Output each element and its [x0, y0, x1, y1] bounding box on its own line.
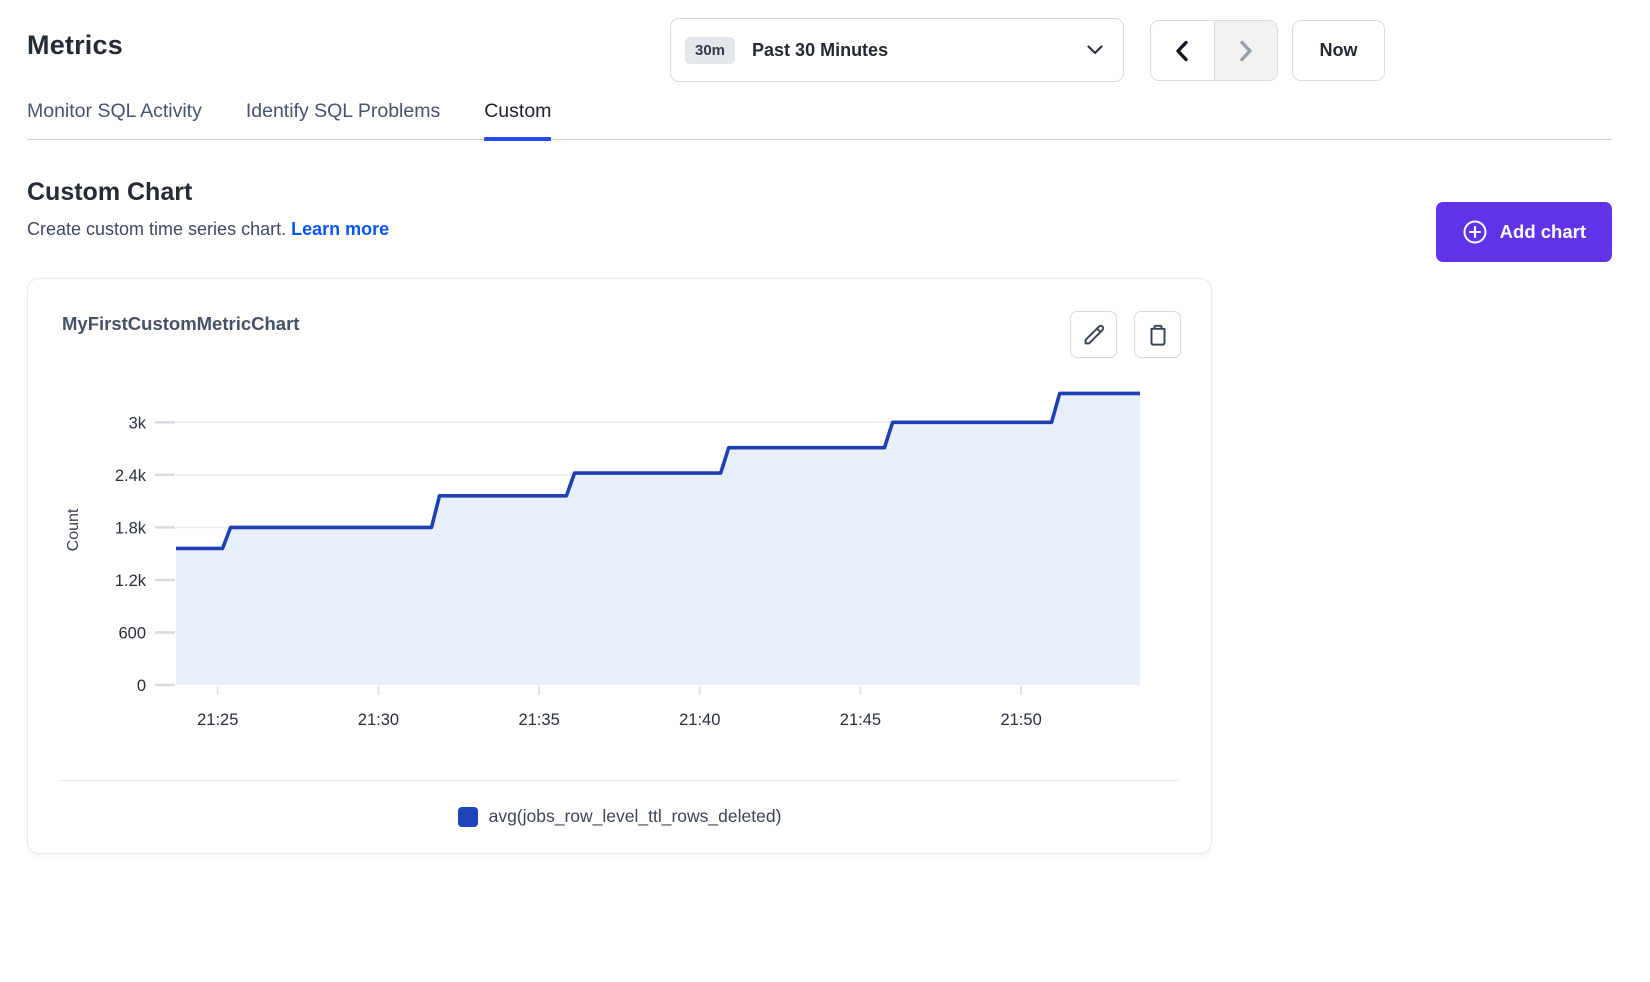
tab-bar: Monitor SQL Activity Identify SQL Proble…	[27, 100, 1612, 140]
pencil-icon	[1081, 322, 1107, 348]
chart-title: MyFirstCustomMetricChart	[62, 313, 1211, 335]
svg-text:21:50: 21:50	[1000, 711, 1041, 729]
add-chart-label: Add chart	[1500, 221, 1586, 243]
svg-text:600: 600	[118, 624, 146, 642]
chevron-left-icon	[1173, 40, 1191, 62]
section-subtitle: Create custom time series chart. Learn m…	[27, 219, 1612, 240]
tab-custom[interactable]: Custom	[484, 100, 551, 139]
legend-label: avg(jobs_row_level_ttl_rows_deleted)	[489, 806, 782, 827]
time-range-select[interactable]: 30m Past 30 Minutes	[670, 18, 1124, 82]
now-button[interactable]: Now	[1292, 20, 1385, 81]
chevron-right-icon	[1237, 40, 1255, 62]
svg-text:21:40: 21:40	[679, 711, 720, 729]
plus-circle-icon	[1462, 219, 1488, 245]
chevron-down-icon	[1087, 45, 1103, 55]
svg-text:2.4k: 2.4k	[115, 467, 147, 485]
svg-text:1.2k: 1.2k	[115, 572, 147, 590]
metrics-page: Metrics 30m Past 30 Minutes Now Monito	[27, 0, 1612, 854]
chart-area: 0 600 1.2k 1.8k 2.4k 3k 21:25 21:30 21:35 21:40 21…	[64, 357, 1211, 738]
legend-swatch	[458, 807, 478, 827]
page-title: Metrics	[27, 30, 123, 61]
prev-time-button[interactable]	[1151, 21, 1214, 80]
time-nav-group	[1150, 20, 1278, 81]
svg-text:21:45: 21:45	[840, 711, 881, 729]
time-range-badge: 30m	[685, 37, 735, 64]
subtitle-text: Create custom time series chart.	[27, 219, 286, 239]
time-range-label: Past 30 Minutes	[752, 40, 1087, 61]
custom-chart-svg: 0 600 1.2k 1.8k 2.4k 3k 21:25 21:30 21:35 21:40 21…	[64, 357, 1170, 733]
chart-actions	[1070, 311, 1181, 358]
svg-text:21:35: 21:35	[518, 711, 559, 729]
trash-icon	[1145, 322, 1171, 348]
svg-text:21:25: 21:25	[197, 711, 238, 729]
add-chart-button[interactable]: Add chart	[1436, 202, 1612, 262]
next-time-button[interactable]	[1214, 21, 1278, 80]
page-head: Custom Chart Create custom time series c…	[27, 178, 1612, 240]
svg-text:Count: Count	[65, 508, 82, 551]
svg-text:21:30: 21:30	[358, 711, 399, 729]
tab-identify-sql-problems[interactable]: Identify SQL Problems	[246, 100, 440, 139]
tab-monitor-sql-activity[interactable]: Monitor SQL Activity	[27, 100, 202, 139]
edit-chart-button[interactable]	[1070, 311, 1117, 358]
delete-chart-button[interactable]	[1134, 311, 1181, 358]
svg-text:0: 0	[137, 677, 146, 695]
svg-text:1.8k: 1.8k	[115, 519, 147, 537]
section-title: Custom Chart	[27, 178, 1612, 207]
chart-legend: avg(jobs_row_level_ttl_rows_deleted)	[28, 806, 1211, 827]
top-bar: Metrics 30m Past 30 Minutes Now	[27, 0, 1612, 100]
custom-chart-card: MyFirstCustomMetricChart	[27, 278, 1212, 854]
svg-text:3k: 3k	[129, 414, 147, 432]
learn-more-link[interactable]: Learn more	[291, 219, 389, 239]
legend-divider	[60, 780, 1179, 781]
